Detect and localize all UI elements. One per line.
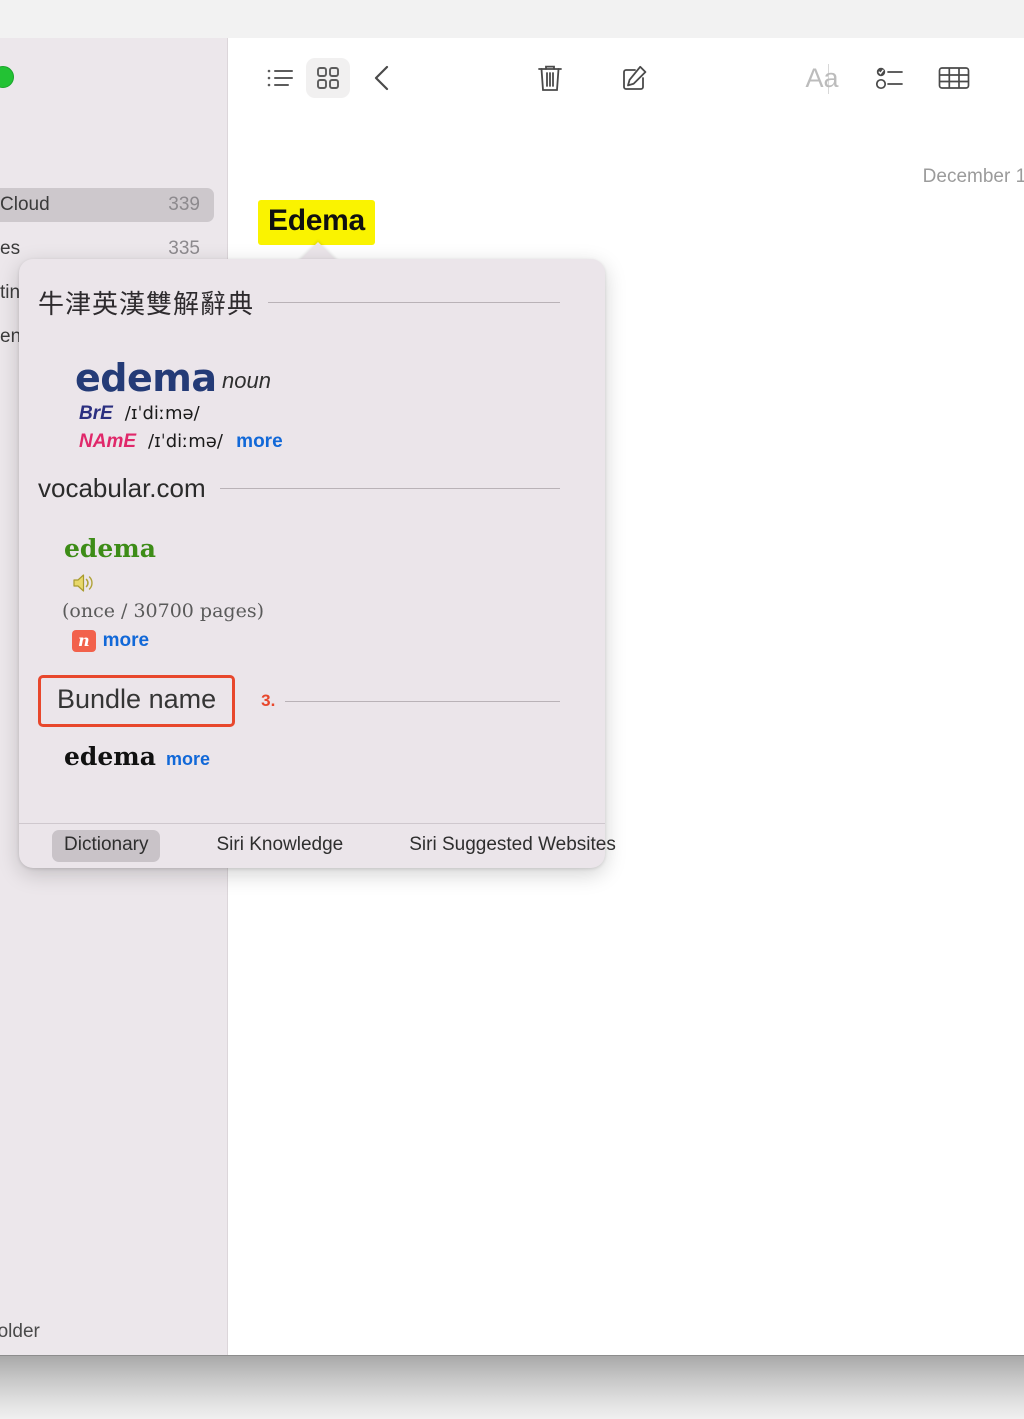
sidebar-item-label: Cloud	[0, 194, 50, 215]
part-of-speech-badge: n	[72, 630, 96, 652]
compose-icon[interactable]	[613, 58, 657, 98]
section-header-vocabulary: vocabular.com	[38, 473, 560, 504]
table-icon[interactable]	[930, 58, 978, 98]
bundle-entry-row: edema more	[64, 742, 210, 771]
dictionary-popover	[19, 259, 605, 868]
oxford-more-link[interactable]: more	[236, 431, 282, 452]
section-title: Bundle name	[57, 684, 217, 714]
bre-ipa: /ɪˈdiːmə/	[124, 403, 200, 424]
name-ipa: /ɪˈdiːmə/	[148, 431, 223, 452]
tab-siri-suggested-websites[interactable]: Siri Suggested Websites	[397, 830, 628, 862]
section-rule	[219, 488, 560, 489]
sidebar-item-label: tin	[0, 282, 21, 303]
section-title: vocabular.com	[38, 473, 206, 503]
bundle-headword[interactable]: edema	[64, 742, 156, 771]
notes-window: Cloud 339 es 335 tin ent Folder	[0, 38, 1024, 1355]
grid-view-icon[interactable]	[306, 58, 350, 98]
oxford-part-of-speech: noun	[222, 368, 271, 393]
vocabulary-more-link[interactable]: more	[103, 630, 149, 652]
new-folder-button[interactable]: Folder	[0, 1321, 40, 1343]
note-date: December 16,	[922, 166, 1024, 187]
sidebar-item-count: 335	[168, 238, 200, 259]
speaker-icon[interactable]	[72, 572, 96, 599]
checklist-icon[interactable]	[868, 58, 912, 98]
popover-tab-bar: Dictionary Siri Knowledge Siri Suggested…	[19, 823, 616, 868]
list-view-icon[interactable]	[258, 58, 302, 98]
bre-tag: BrE	[79, 403, 113, 424]
vocabulary-more-row: n more	[72, 630, 149, 652]
back-chevron-icon[interactable]	[362, 58, 402, 98]
format-text-icon[interactable]: Aa	[798, 58, 846, 98]
vocabulary-headword[interactable]: edema	[64, 534, 156, 563]
bundle-more-link[interactable]: more	[166, 749, 210, 770]
name-tag: NAmE	[79, 431, 137, 452]
sidebar-item-label: es	[0, 238, 21, 259]
note-title-highlighted: Edema	[258, 200, 375, 245]
vocabulary-frequency: (once / 30700 pages)	[62, 600, 264, 622]
toolbar: Aa	[228, 38, 1024, 118]
window-zoom-button[interactable]	[0, 66, 14, 88]
section-header-oxford: 牛津英漢雙解辭典	[38, 284, 560, 321]
format-text-label: Aa	[805, 62, 839, 93]
sidebar-item-cloud[interactable]: Cloud 339	[0, 188, 214, 222]
annotation-marker-3: 3.	[261, 691, 276, 710]
section-rule	[285, 700, 560, 702]
delete-icon[interactable]	[528, 58, 572, 98]
pronunciation-bre: BrE/ɪˈdiːmə/	[79, 403, 200, 425]
tab-dictionary[interactable]: Dictionary	[52, 830, 161, 862]
section-rule	[268, 302, 560, 303]
bundle-name-annotation-box: Bundle name	[38, 675, 236, 727]
section-title: 牛津英漢雙解辭典	[38, 290, 255, 320]
tab-siri-knowledge[interactable]: Siri Knowledge	[204, 830, 355, 862]
pronunciation-name: NAmE/ɪˈdiːmə/ more	[79, 431, 283, 453]
sidebar-item-count: 339	[168, 194, 200, 215]
desktop-bottom-strip	[0, 1355, 1024, 1419]
oxford-headword[interactable]: edema	[75, 356, 217, 400]
section-header-bundle: Bundle name 3.	[38, 675, 560, 727]
